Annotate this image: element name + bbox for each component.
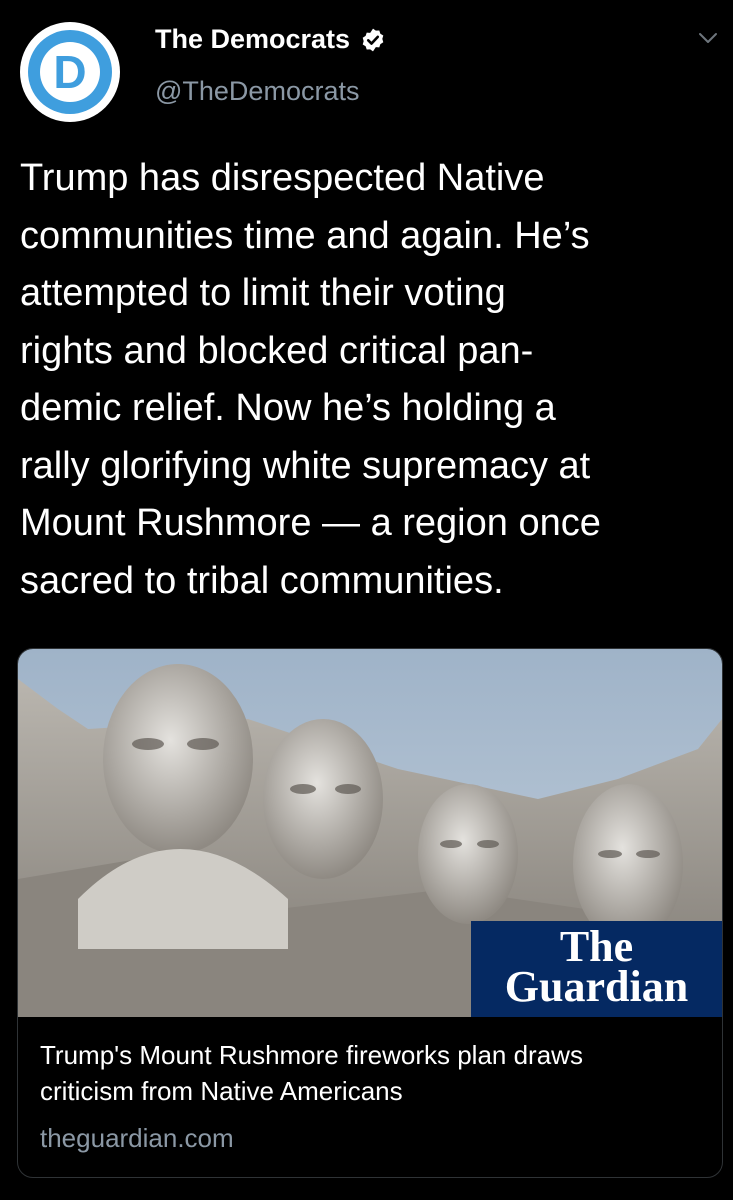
link-card[interactable]: The Guardian Trump's Mount Rushmore fire… [17,648,723,1178]
guardian-logo-line2: Guardian [504,962,689,1011]
chevron-down-icon[interactable] [696,26,720,50]
guardian-logo: The Guardian [471,921,722,1017]
avatar[interactable]: D [20,22,120,122]
avatar-letter: D [40,42,100,102]
author-row: The Democrats [155,24,386,55]
author-name[interactable]: The Democrats [155,24,350,55]
tweet[interactable]: D The Democrats @TheDemocrats Trump has … [0,0,733,1200]
card-title[interactable]: Trump's Mount Rushmore fireworks plan dr… [40,1037,710,1109]
verified-badge-icon [362,28,384,51]
tweet-text: Trump has disrespected Native communitie… [20,157,601,602]
author-handle[interactable]: @TheDemocrats [155,76,359,107]
card-domain: theguardian.com [40,1123,234,1153]
